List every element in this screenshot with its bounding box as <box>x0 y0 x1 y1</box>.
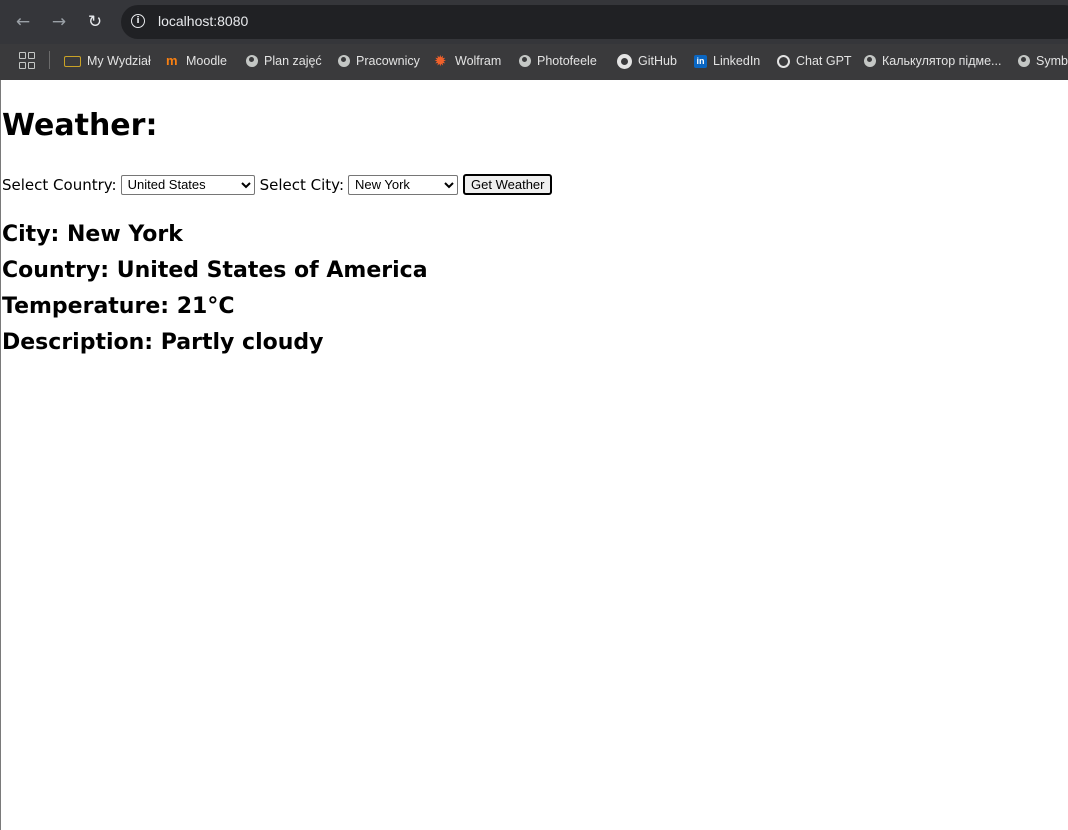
bookmark-label: Chat GPT <box>796 54 852 68</box>
bookmark-label: GitHub <box>638 54 677 68</box>
bookmarks-bar: My Wydział m Moodle Plan zajęć Pracownic… <box>0 44 1068 80</box>
globe-icon <box>864 55 876 67</box>
linkedin-icon: in <box>694 54 707 68</box>
globe-icon <box>246 55 258 67</box>
bookmark-label: Moodle <box>186 54 227 68</box>
wolfram-icon: ✹ <box>434 52 447 70</box>
apps-grid-icon[interactable] <box>19 52 35 69</box>
bookmark-label: Symb <box>1036 54 1068 68</box>
city-label: Select City: <box>259 175 345 194</box>
weather-form: Select Country: United States Select Cit… <box>2 174 553 195</box>
address-bar[interactable]: i localhost:8080 <box>121 5 1068 39</box>
bookmark-plan-zajec[interactable]: Plan zajęć <box>246 51 322 71</box>
github-icon <box>617 53 632 69</box>
bookmark-label: Pracownicy <box>356 54 420 68</box>
weather-result: City: New York Country: United States of… <box>2 218 428 362</box>
bookmark-pracownicy[interactable]: Pracownicy <box>338 51 420 71</box>
bookmark-label: LinkedIn <box>713 54 761 68</box>
bookmark-label: Plan zajęć <box>264 54 322 68</box>
browser-chrome: ← → ↻ i localhost:8080 My Wydział m Mood… <box>0 0 1068 80</box>
bookmark-label: Калькулятор підме... <box>882 54 1002 68</box>
address-toolbar: ← → ↻ i localhost:8080 <box>0 0 1068 44</box>
country-label: Select Country: <box>2 175 117 194</box>
bookmark-chat-gpt[interactable]: Chat GPT <box>777 51 852 71</box>
bookmark-moodle[interactable]: m Moodle <box>166 51 227 71</box>
globe-icon <box>519 55 531 67</box>
bookmark-my-wydzial[interactable]: My Wydział <box>64 51 151 71</box>
result-temperature: Temperature: 21°C <box>2 294 235 319</box>
window-left-border <box>0 80 1 830</box>
back-arrow-icon[interactable]: ← <box>10 10 36 34</box>
site-info-icon[interactable]: i <box>131 14 145 28</box>
bookmark-wolfram[interactable]: ✹ Wolfram <box>434 51 501 71</box>
bookmark-photofeele[interactable]: Photofeele <box>519 51 597 71</box>
moodle-icon: m <box>166 53 178 68</box>
bookmark-kalkulator[interactable]: Калькулятор підме... <box>864 51 1001 71</box>
url-text[interactable]: localhost:8080 <box>158 13 248 29</box>
folder-icon <box>64 55 81 67</box>
globe-icon <box>338 55 350 67</box>
bookmark-label: Wolfram <box>455 54 502 68</box>
get-weather-button[interactable]: Get Weather <box>463 174 553 195</box>
chatgpt-icon <box>777 54 790 68</box>
bookmark-label: My Wydział <box>87 54 151 68</box>
bookmark-symb[interactable]: Symb <box>1018 51 1068 71</box>
reload-icon[interactable]: ↻ <box>82 10 108 34</box>
country-select[interactable]: United States <box>120 174 255 195</box>
page-title: Weather: <box>2 108 158 143</box>
result-description: Description: Partly cloudy <box>2 330 324 355</box>
bookmarks-divider <box>49 51 50 69</box>
forward-arrow-icon[interactable]: → <box>46 10 72 34</box>
result-country: Country: United States of America <box>2 258 428 283</box>
result-city: City: New York <box>2 222 183 247</box>
city-select[interactable]: New York <box>348 174 459 195</box>
bookmark-github[interactable]: GitHub <box>617 51 677 71</box>
globe-icon <box>1018 55 1030 67</box>
bookmark-linkedin[interactable]: in LinkedIn <box>694 51 760 71</box>
bookmark-label: Photofeele <box>537 54 597 68</box>
